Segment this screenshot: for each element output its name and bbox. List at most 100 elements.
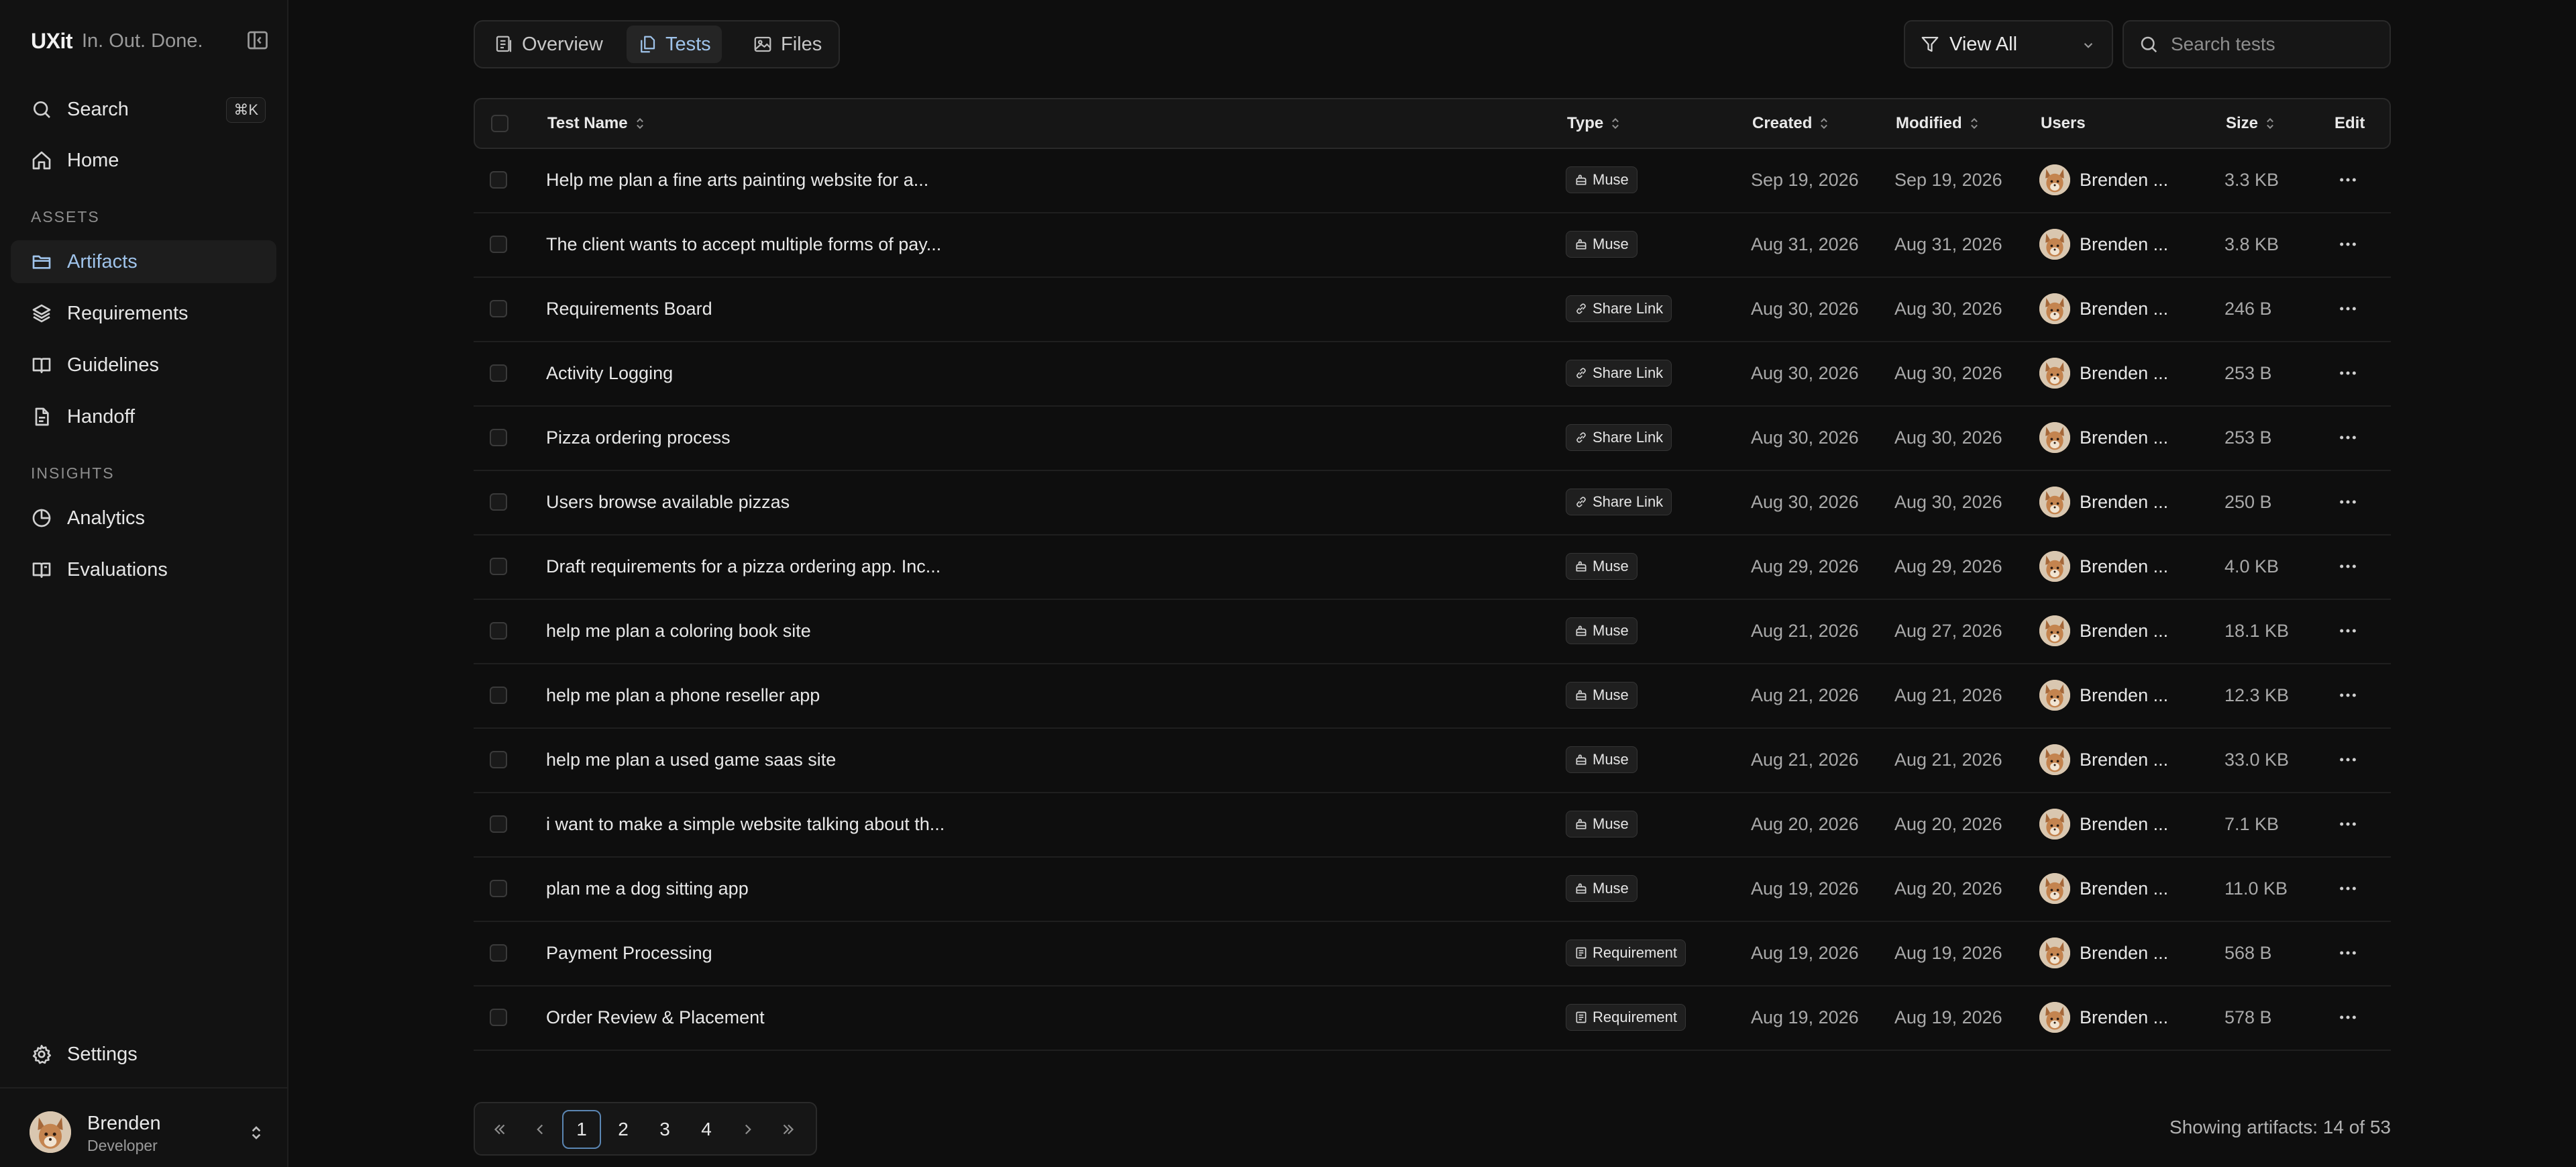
user-cell: Brenden ... bbox=[2039, 729, 2168, 791]
table-row[interactable]: Pizza ordering process Share Link Aug 30… bbox=[474, 407, 2391, 471]
more-options-icon[interactable] bbox=[2334, 231, 2361, 258]
test-name[interactable]: Help me plan a fine arts painting websit… bbox=[546, 149, 928, 211]
table-row[interactable]: The client wants to accept multiple form… bbox=[474, 213, 2391, 278]
more-options-icon[interactable] bbox=[2334, 682, 2361, 709]
sidebar-item-analytics[interactable]: Analytics bbox=[11, 497, 276, 540]
test-name[interactable]: Pizza ordering process bbox=[546, 407, 731, 468]
sidebar-item-label: Settings bbox=[67, 1043, 138, 1065]
page-button-2[interactable]: 2 bbox=[604, 1110, 643, 1149]
tab-tests[interactable]: Tests bbox=[627, 26, 722, 63]
avatar bbox=[2039, 680, 2070, 711]
test-name[interactable]: Users browse available pizzas bbox=[546, 471, 790, 533]
row-checkbox[interactable] bbox=[490, 622, 507, 640]
column-header-size[interactable]: Size bbox=[2226, 99, 2277, 148]
more-options-icon[interactable] bbox=[2334, 295, 2361, 322]
sidebar-item-artifacts[interactable]: Artifacts bbox=[11, 240, 276, 283]
more-options-icon[interactable] bbox=[2334, 875, 2361, 902]
row-checkbox[interactable] bbox=[490, 815, 507, 833]
test-name[interactable]: help me plan a used game saas site bbox=[546, 729, 836, 791]
table-row[interactable]: Order Review & Placement Requirement Aug… bbox=[474, 986, 2391, 1051]
row-checkbox[interactable] bbox=[490, 364, 507, 382]
row-checkbox[interactable] bbox=[490, 751, 507, 768]
row-checkbox[interactable] bbox=[490, 687, 507, 704]
test-name[interactable]: help me plan a phone reseller app bbox=[546, 664, 820, 726]
sidebar-item-requirements[interactable]: Requirements bbox=[11, 292, 276, 335]
more-options-icon[interactable] bbox=[2334, 746, 2361, 773]
last-page-button[interactable] bbox=[769, 1110, 808, 1149]
more-options-icon[interactable] bbox=[2334, 553, 2361, 580]
avatar bbox=[2039, 487, 2070, 517]
test-name[interactable]: plan me a dog sitting app bbox=[546, 858, 749, 919]
row-checkbox[interactable] bbox=[490, 558, 507, 575]
user-name: Brenden ... bbox=[2080, 362, 2169, 383]
table-row[interactable]: Requirements Board Share Link Aug 30, 20… bbox=[474, 278, 2391, 342]
table-row[interactable]: Activity Logging Share Link Aug 30, 2026… bbox=[474, 342, 2391, 407]
type-label: Share Link bbox=[1593, 493, 1664, 510]
test-name[interactable]: Activity Logging bbox=[546, 342, 673, 404]
tab-overview[interactable]: Overview bbox=[483, 26, 614, 63]
sidebar-toggle-icon[interactable] bbox=[246, 28, 270, 52]
table-row[interactable]: help me plan a coloring book site Muse A… bbox=[474, 600, 2391, 664]
row-select-cell bbox=[490, 600, 507, 662]
view-filter-select[interactable]: View All bbox=[1904, 20, 2113, 68]
search-input[interactable] bbox=[2169, 33, 2373, 56]
test-name[interactable]: Draft requirements for a pizza ordering … bbox=[546, 536, 941, 597]
sidebar-item-settings[interactable]: Settings bbox=[11, 1033, 276, 1076]
previous-page-button[interactable] bbox=[521, 1110, 559, 1149]
table-row[interactable]: Users browse available pizzas Share Link… bbox=[474, 471, 2391, 536]
column-header-type[interactable]: Type bbox=[1567, 99, 1622, 148]
row-checkbox[interactable] bbox=[490, 880, 507, 897]
more-options-icon[interactable] bbox=[2334, 940, 2361, 966]
more-options-icon[interactable] bbox=[2334, 617, 2361, 644]
row-checkbox[interactable] bbox=[490, 236, 507, 253]
created-date: Aug 30, 2026 bbox=[1751, 298, 1859, 319]
row-checkbox[interactable] bbox=[490, 429, 507, 446]
sidebar-item-guidelines[interactable]: Guidelines bbox=[11, 344, 276, 387]
column-header-created[interactable]: Created bbox=[1752, 99, 1831, 148]
table-row[interactable]: Help me plan a fine arts painting websit… bbox=[474, 149, 2391, 213]
row-checkbox[interactable] bbox=[490, 171, 507, 189]
showing-count: Showing artifacts: 14 of 53 bbox=[2169, 1117, 2391, 1137]
table-row[interactable]: Payment Processing Requirement Aug 19, 2… bbox=[474, 922, 2391, 986]
table-row[interactable]: i want to make a simple website talking … bbox=[474, 793, 2391, 858]
page-button-3[interactable]: 3 bbox=[645, 1110, 684, 1149]
test-name[interactable]: Requirements Board bbox=[546, 278, 712, 340]
test-name[interactable]: Order Review & Placement bbox=[546, 986, 765, 1048]
sidebar-item-home[interactable]: Home bbox=[11, 139, 276, 182]
test-name[interactable]: i want to make a simple website talking … bbox=[546, 793, 945, 855]
more-options-icon[interactable] bbox=[2334, 489, 2361, 515]
sidebar-item-handoff[interactable]: Handoff bbox=[11, 395, 276, 438]
test-name[interactable]: help me plan a coloring book site bbox=[546, 600, 811, 662]
page-button-4[interactable]: 4 bbox=[687, 1110, 726, 1149]
column-header-modified[interactable]: Modified bbox=[1896, 99, 1981, 148]
sidebar-item-search[interactable]: Search ⌘K bbox=[11, 88, 276, 131]
more-options-icon[interactable] bbox=[2334, 360, 2361, 387]
sidebar-item-label: Artifacts bbox=[67, 250, 138, 272]
more-options-icon[interactable] bbox=[2334, 424, 2361, 451]
sidebar-item-evaluations[interactable]: Evaluations bbox=[11, 548, 276, 591]
row-checkbox[interactable] bbox=[490, 300, 507, 317]
more-options-icon[interactable] bbox=[2334, 1004, 2361, 1031]
next-page-button[interactable] bbox=[729, 1110, 767, 1149]
row-checkbox[interactable] bbox=[490, 1009, 507, 1026]
test-name[interactable]: Payment Processing bbox=[546, 922, 712, 984]
filter-icon bbox=[1920, 34, 1940, 54]
row-checkbox[interactable] bbox=[490, 944, 507, 962]
more-options-icon[interactable] bbox=[2334, 166, 2361, 193]
first-page-button[interactable] bbox=[480, 1110, 519, 1149]
chevron-up-down-icon[interactable] bbox=[246, 1122, 267, 1144]
column-header-name[interactable]: Test Name bbox=[547, 99, 647, 148]
test-name[interactable]: The client wants to accept multiple form… bbox=[546, 213, 941, 275]
row-checkbox[interactable] bbox=[490, 493, 507, 511]
user-cell: Brenden ... bbox=[2039, 342, 2168, 404]
page-button-1[interactable]: 1 bbox=[562, 1110, 601, 1149]
type-cell: Muse bbox=[1566, 149, 1638, 211]
user-menu[interactable]: Brenden Developer bbox=[0, 1087, 287, 1167]
more-options-icon[interactable] bbox=[2334, 811, 2361, 838]
select-all-checkbox[interactable] bbox=[491, 115, 508, 132]
table-row[interactable]: Draft requirements for a pizza ordering … bbox=[474, 536, 2391, 600]
table-row[interactable]: help me plan a used game saas site Muse … bbox=[474, 729, 2391, 793]
table-row[interactable]: plan me a dog sitting app Muse Aug 19, 2… bbox=[474, 858, 2391, 922]
tab-files[interactable]: Files bbox=[742, 26, 833, 63]
table-row[interactable]: help me plan a phone reseller app Muse A… bbox=[474, 664, 2391, 729]
